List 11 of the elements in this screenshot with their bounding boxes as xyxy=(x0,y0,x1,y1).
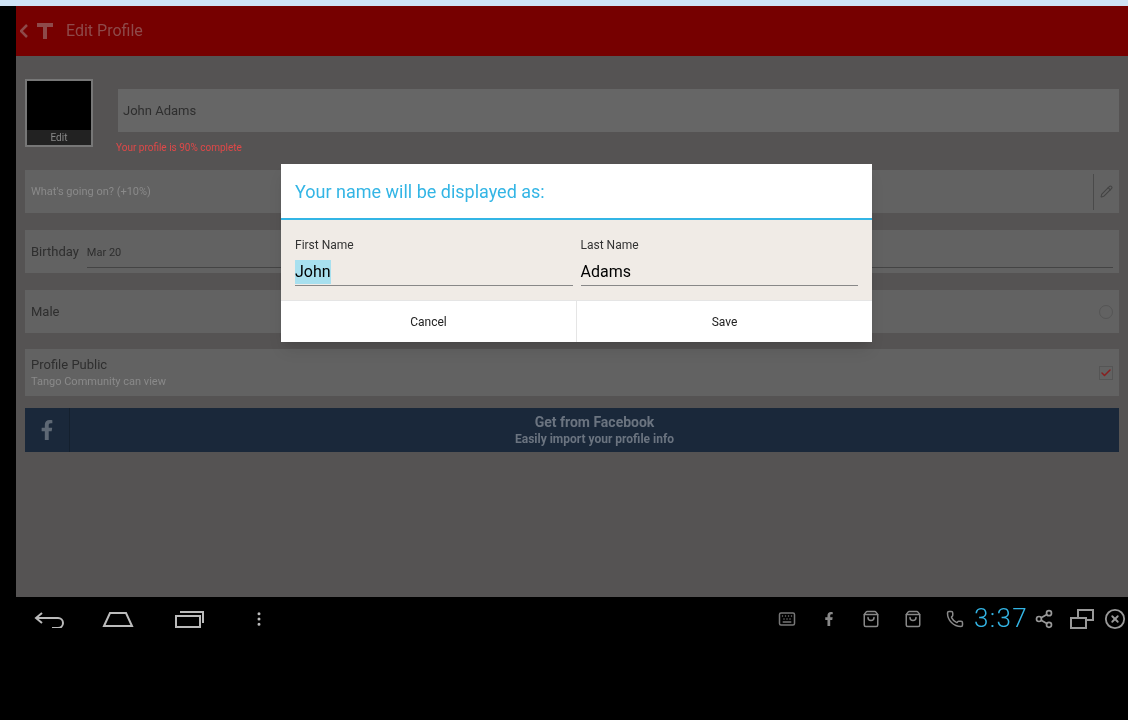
profile-completion-text: Your profile is 90% complete xyxy=(116,141,243,155)
photo-edit-label: Edit xyxy=(27,130,91,145)
name-field-label: First Name xyxy=(295,237,355,254)
clock-time: 3:37 xyxy=(974,602,1028,635)
input-text: Adams xyxy=(580,261,631,283)
screen-title: Edit Profile xyxy=(66,20,143,42)
dialog-title: Your name will be displayed as: xyxy=(295,179,545,204)
facebook-import-title: Get from Facebook xyxy=(534,413,655,431)
facebook-import-subtitle: Easily import your profile info xyxy=(515,431,674,447)
input-text: John xyxy=(295,260,331,284)
name-field-label: Last Name xyxy=(580,237,640,254)
